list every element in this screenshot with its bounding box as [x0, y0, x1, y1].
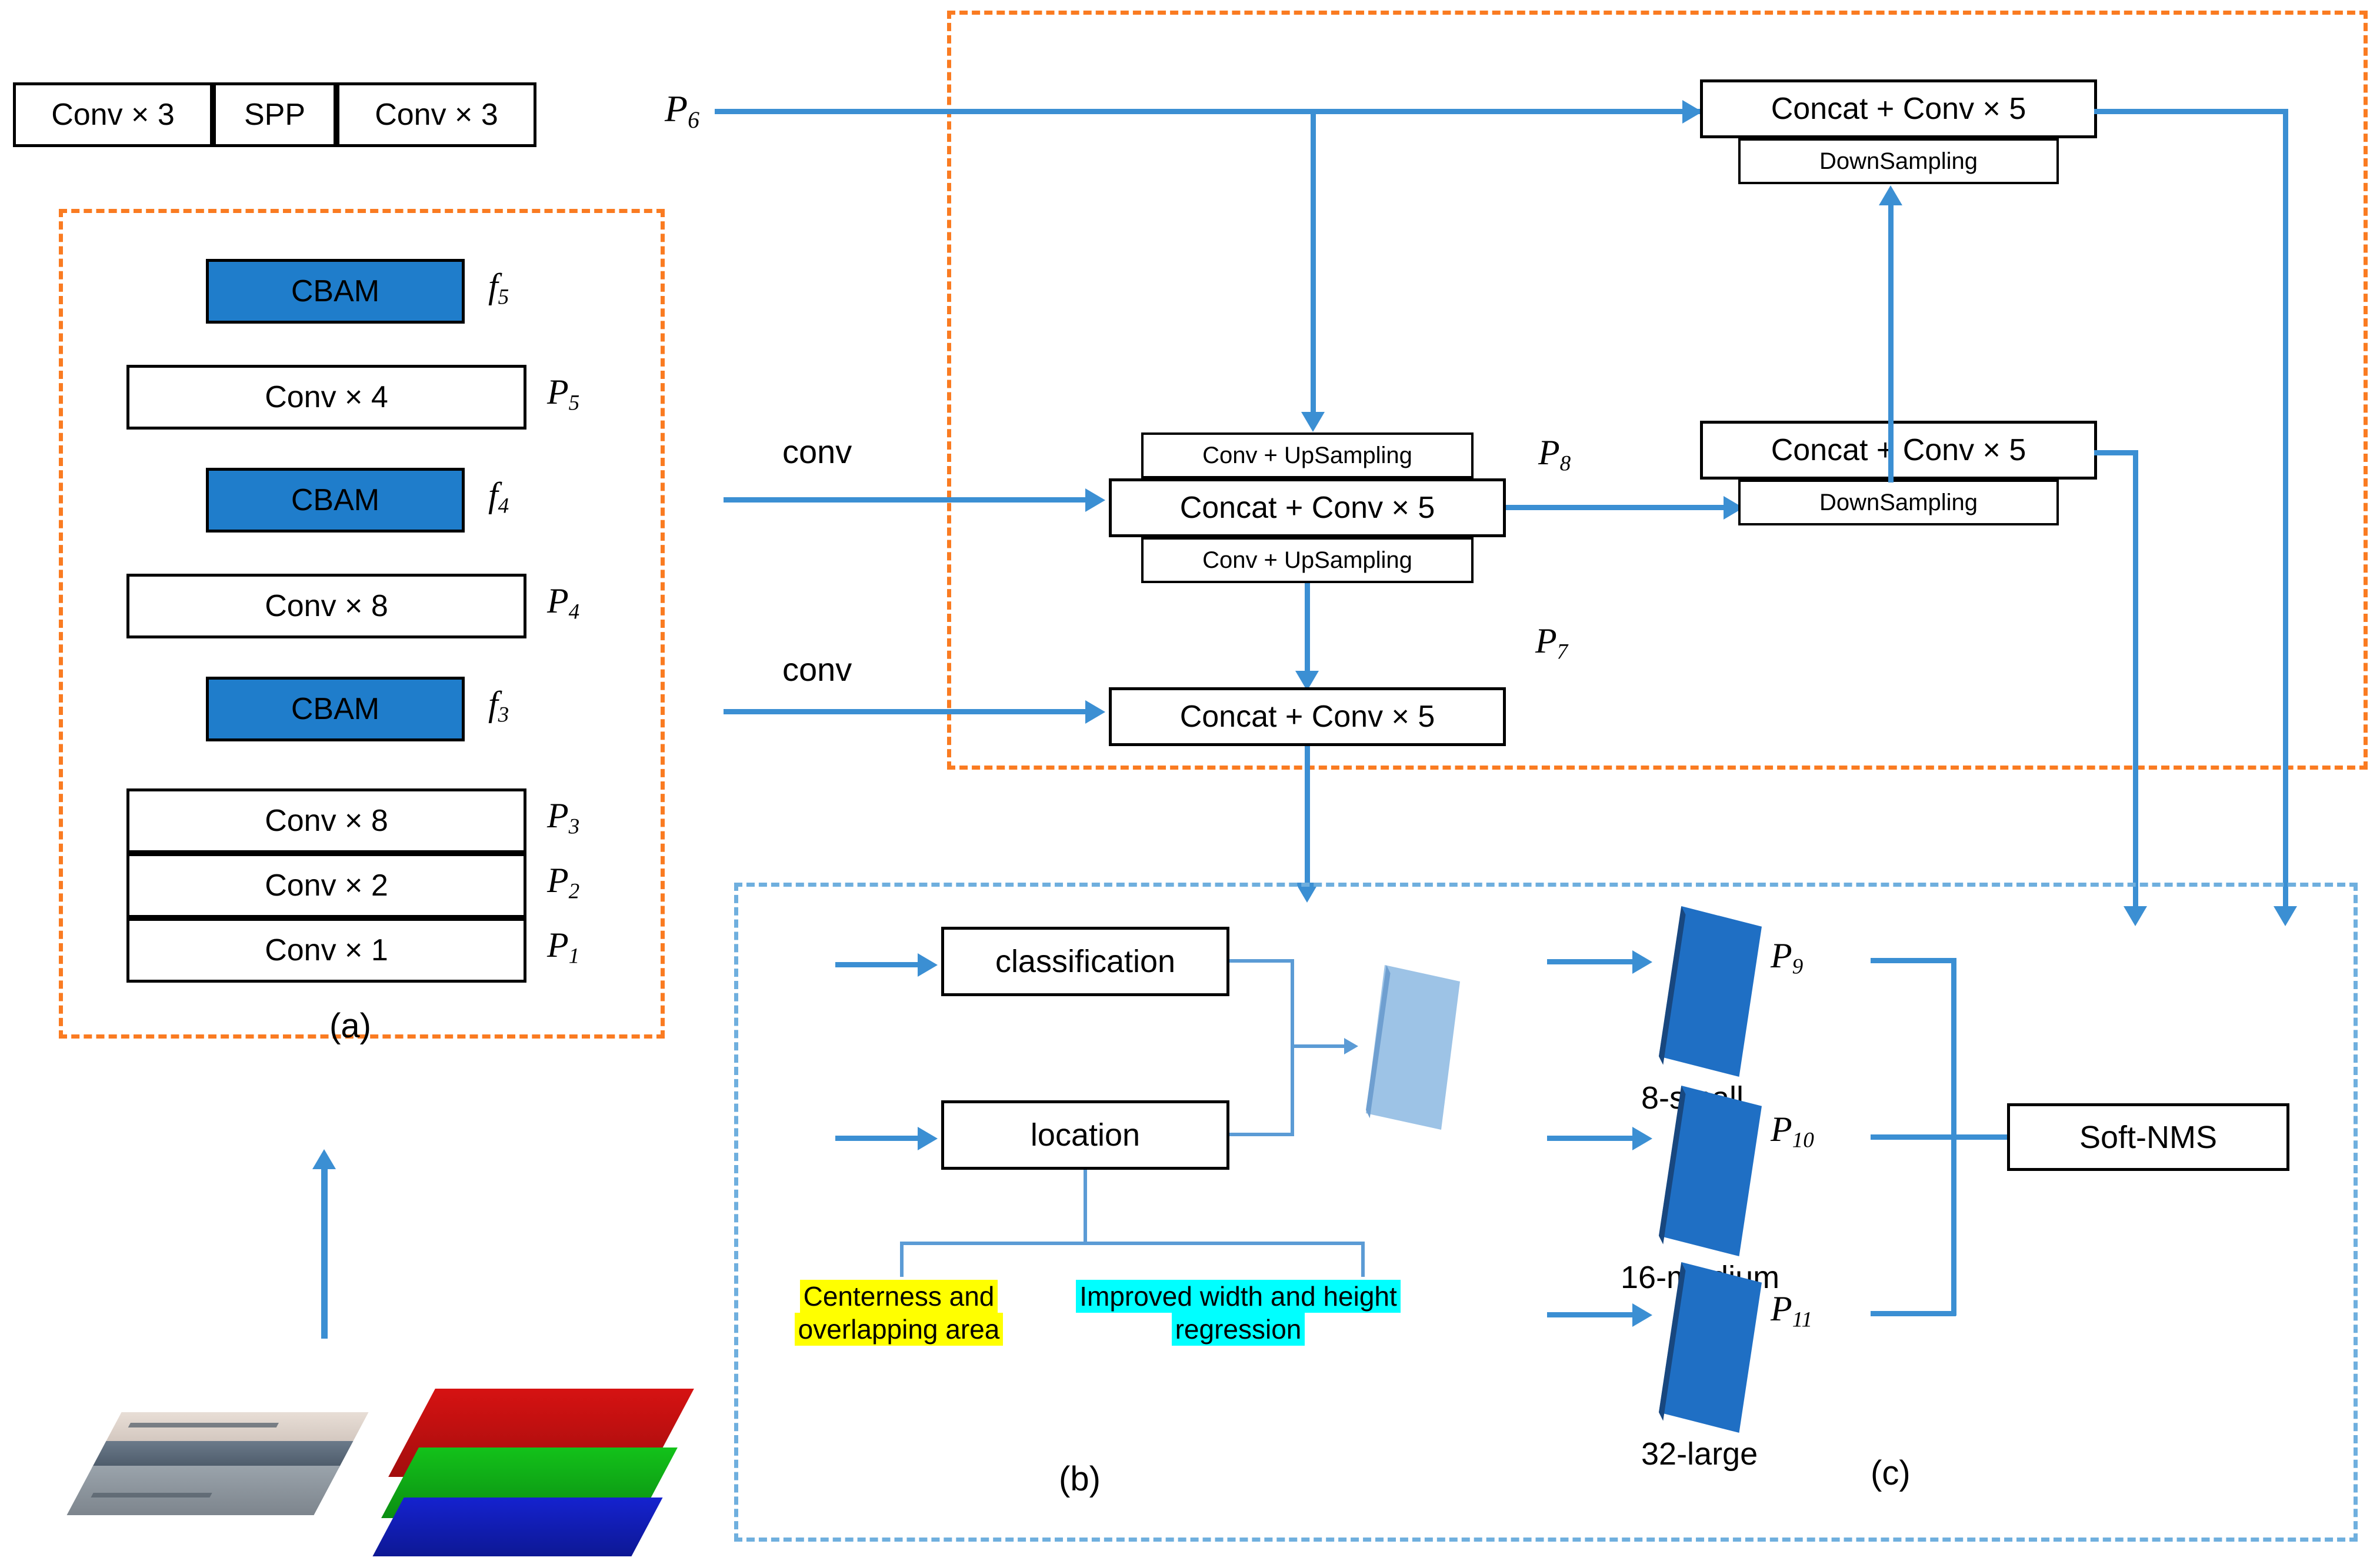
- label-f4: f4: [488, 475, 509, 518]
- highlight-wh-regression: Improved width and height regression: [1065, 1280, 1412, 1346]
- backbone-conv8-p3: Conv × 8: [126, 788, 526, 853]
- input-arrow-shaft: [321, 1168, 328, 1339]
- soft-nms-box: Soft-NMS: [2007, 1103, 2289, 1171]
- backbone-conv1-p1: Conv × 1: [126, 918, 526, 983]
- label-p11: P11: [1771, 1289, 1813, 1332]
- input-blue-channel: [372, 1498, 663, 1556]
- backbone-conv4-p5: Conv × 4: [126, 365, 526, 430]
- neck-conv-label-2: conv: [782, 651, 852, 688]
- righttop-out-v: [2283, 109, 2288, 915]
- right-mid-concat-conv5: Concat + Conv × 5: [1700, 421, 2097, 480]
- righttop-out-h: [2094, 109, 2288, 114]
- backbone-conv8-p4: Conv × 8: [126, 574, 526, 638]
- label-p9: P9: [1771, 936, 1804, 979]
- p6-branch-down-arrowhead: [1301, 412, 1325, 432]
- loc-down-v: [1084, 1170, 1087, 1243]
- neck-conv-label-1: conv: [782, 433, 852, 470]
- backbone-cbam-f3: CBAM: [206, 677, 465, 741]
- cls-merge-h: [1229, 959, 1294, 963]
- label-p4: P4: [547, 581, 580, 624]
- label-p6: P6: [665, 88, 699, 134]
- nms-bracket-top-h: [1871, 958, 1956, 963]
- p11-slab: [1659, 1262, 1762, 1433]
- backbone-head-spp: SPP: [213, 82, 336, 147]
- label-p7: P7: [1535, 621, 1568, 664]
- input-gray-image: [66, 1412, 369, 1515]
- p7-to-head-line: [1305, 746, 1310, 893]
- rightmid-out-v: [2133, 450, 2138, 915]
- p8-conv-upsampling-top: Conv + UpSampling: [1141, 432, 1474, 478]
- p8-concat-conv5: Concat + Conv × 5: [1109, 478, 1506, 537]
- loc-split-right-v: [1361, 1242, 1365, 1277]
- label-p8: P8: [1538, 433, 1571, 476]
- p6-branch-down-line: [1311, 109, 1316, 421]
- label-p3: P3: [547, 796, 580, 839]
- fused-feature-slab: [1366, 965, 1460, 1130]
- merge-out-h: [1291, 1044, 1346, 1048]
- right-top-concat-conv5: Concat + Conv × 5: [1700, 79, 2097, 138]
- panel-neck-border: [947, 11, 2368, 770]
- conv-arrow-1-shaft: [724, 497, 1088, 503]
- location-box: location: [941, 1100, 1229, 1170]
- panel-b-caption: (b): [1059, 1460, 1101, 1498]
- p10-slab: [1659, 1086, 1762, 1256]
- label-f5: f5: [488, 267, 509, 310]
- backbone-head-conv3-b: Conv × 3: [336, 82, 536, 147]
- label-f3: f3: [488, 684, 509, 727]
- right-mid-downsampling: DownSampling: [1738, 480, 2059, 525]
- backbone-conv2-p2: Conv × 2: [126, 853, 526, 918]
- label-p1: P1: [547, 926, 580, 969]
- p9-slab: [1659, 906, 1762, 1077]
- p6-feed-arrowhead: [1682, 100, 1702, 124]
- p10-in-line: [1547, 1136, 1635, 1141]
- p8-to-p7-line: [1305, 583, 1310, 680]
- p7-concat-conv5: Concat + Conv × 5: [1109, 687, 1506, 746]
- loc-merge-h: [1229, 1133, 1294, 1136]
- backbone-cbam-f5: CBAM: [206, 259, 465, 324]
- p8-to-rightmid-line: [1506, 505, 1744, 510]
- conv-arrow-2-shaft: [724, 709, 1088, 714]
- panel-a-caption: (a): [329, 1007, 371, 1045]
- merge-out-arrowhead: [1344, 1038, 1358, 1054]
- p11-in-line: [1547, 1312, 1635, 1317]
- p6-feed-line: [715, 109, 1703, 114]
- label-p5: P5: [547, 372, 580, 415]
- p11-in-arrowhead: [1632, 1303, 1652, 1327]
- p11-caption: 32-large: [1641, 1436, 1758, 1472]
- p10-in-arrowhead: [1632, 1127, 1652, 1150]
- backbone-head-conv3-a: Conv × 3: [13, 82, 213, 147]
- highlight-centerness: Centerness and overlapping area: [758, 1280, 1040, 1346]
- input-arrow-head: [312, 1149, 336, 1169]
- right-top-downsampling: DownSampling: [1738, 138, 2059, 184]
- label-p10: P10: [1771, 1110, 1814, 1153]
- conv-arrow-1-head: [1085, 488, 1105, 512]
- p8-conv-upsampling-bottom: Conv + UpSampling: [1141, 537, 1474, 583]
- rightmid-to-righttop-arrowhead: [1879, 185, 1902, 205]
- nms-bracket-bottom-h: [1871, 1311, 1956, 1316]
- panel-c-caption: (c): [1871, 1454, 1911, 1492]
- loc-split-h: [900, 1242, 1365, 1245]
- backbone-cbam-f4: CBAM: [206, 468, 465, 533]
- figure-canvas: Conv × 3 SPP Conv × 3 P6 CBAM f5 Conv × …: [0, 0, 2380, 1564]
- p9-in-line: [1547, 959, 1635, 964]
- conv-arrow-2-head: [1085, 700, 1105, 724]
- rightmid-out-h: [2094, 450, 2138, 455]
- classification-in-line: [835, 962, 924, 967]
- p9-in-arrowhead: [1632, 950, 1652, 974]
- classification-box: classification: [941, 927, 1229, 996]
- label-p2: P2: [547, 861, 580, 904]
- rightmid-to-righttop-line: [1888, 203, 1894, 482]
- location-in-line: [835, 1136, 924, 1141]
- loc-split-left-v: [900, 1242, 904, 1277]
